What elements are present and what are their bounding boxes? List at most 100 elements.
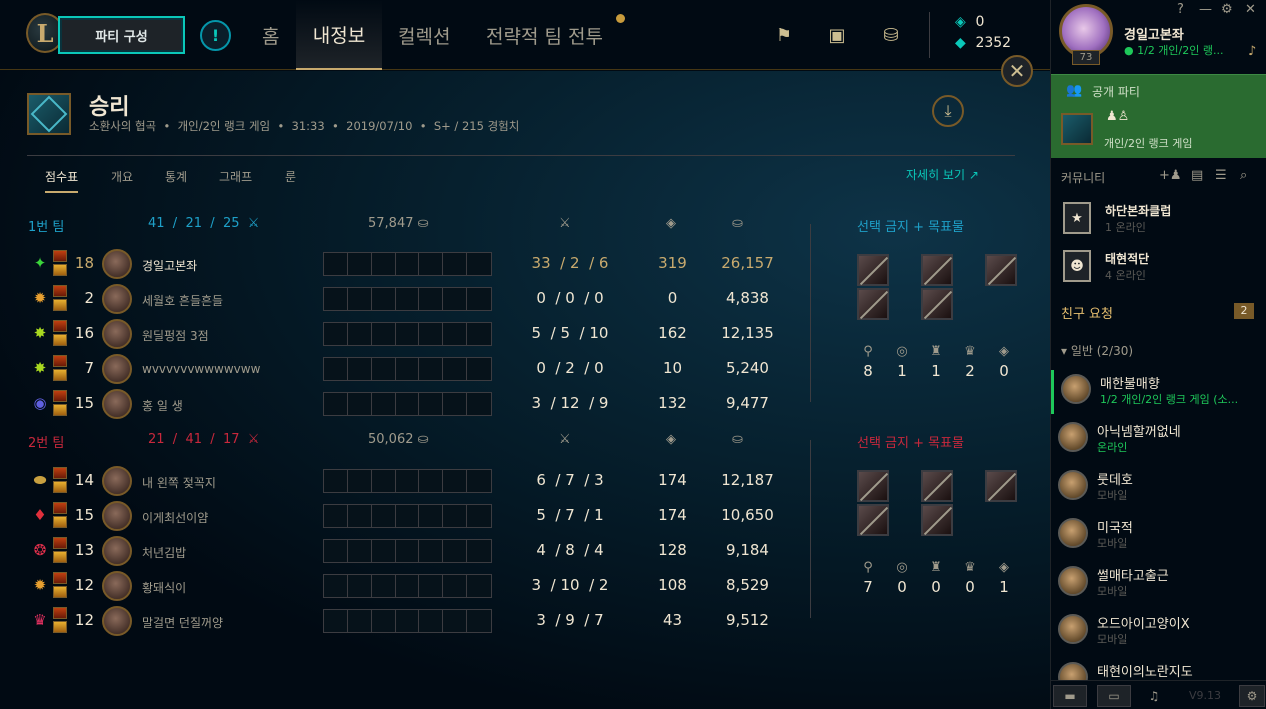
- tab-home[interactable]: 홈: [262, 0, 282, 70]
- item-slot[interactable]: [324, 358, 348, 380]
- champion-portrait[interactable]: [102, 319, 132, 349]
- player-name[interactable]: 처년김밥: [142, 544, 186, 561]
- item-slot[interactable]: [348, 575, 372, 597]
- champion-portrait[interactable]: [102, 466, 132, 496]
- friend-item[interactable]: 오드아이고양이X 모바일: [1051, 610, 1266, 654]
- player-name[interactable]: 경일고본좌: [142, 257, 197, 274]
- item-slot[interactable]: [372, 288, 396, 310]
- item-slot[interactable]: [396, 288, 420, 310]
- item-slot[interactable]: [372, 393, 396, 415]
- item-slot[interactable]: [372, 540, 396, 562]
- champion-portrait[interactable]: [102, 501, 132, 531]
- item-slot[interactable]: [348, 393, 372, 415]
- item-slot[interactable]: [372, 470, 396, 492]
- item-slot[interactable]: [443, 540, 468, 562]
- tab-stats[interactable]: 통계: [165, 168, 187, 185]
- item-slot[interactable]: [348, 288, 372, 310]
- help-icon[interactable]: ?: [1177, 2, 1184, 17]
- item-slot[interactable]: [396, 470, 420, 492]
- friend-item[interactable]: 룻데호 모바일: [1051, 466, 1266, 510]
- item-slot[interactable]: [372, 575, 396, 597]
- item-slot[interactable]: [348, 253, 372, 275]
- item-slot[interactable]: [419, 470, 444, 492]
- player-name[interactable]: 이게최선이얌: [142, 509, 208, 526]
- item-slot[interactable]: [324, 540, 348, 562]
- player-row[interactable]: ❂ 13 처년김밥 4 / 8 / 4 128 9,184: [0, 534, 1050, 567]
- player-name[interactable]: 말걸면 던질꺼양: [142, 614, 223, 631]
- tab-tft[interactable]: 전략적 팀 전투: [486, 0, 603, 70]
- item-slot[interactable]: [396, 393, 420, 415]
- voice-icon[interactable]: ♫: [1137, 685, 1171, 707]
- player-row[interactable]: ◉ 15 홍 일 생 3 / 12 / 9 132 9,477: [0, 387, 1050, 420]
- champion-portrait[interactable]: [102, 249, 132, 279]
- close-icon[interactable]: ✕: [1245, 2, 1256, 17]
- item-slot[interactable]: [324, 323, 348, 345]
- item-slot[interactable]: [443, 253, 468, 275]
- player-row[interactable]: ✸ 7 wvvvvvvwwwwvww 0 / 2 / 0 10 5,240: [0, 352, 1050, 385]
- item-slot[interactable]: [467, 610, 491, 632]
- item-slot[interactable]: [419, 610, 444, 632]
- missions-icon[interactable]: ▭: [1097, 685, 1131, 707]
- item-slot[interactable]: [396, 610, 420, 632]
- friend-item[interactable]: 미국적 모바일: [1051, 514, 1266, 558]
- friend-item[interactable]: 아닉넴할꺼없네 온라인: [1051, 418, 1266, 462]
- item-slot[interactable]: [467, 505, 491, 527]
- item-slot[interactable]: [324, 610, 348, 632]
- player-name[interactable]: 세월호 흔들흔들: [142, 292, 223, 309]
- store-icon[interactable]: ⛁: [880, 24, 902, 46]
- item-slot[interactable]: [396, 323, 420, 345]
- item-slot[interactable]: [348, 470, 372, 492]
- tab-collection[interactable]: 컬렉션: [398, 0, 450, 70]
- party-panel[interactable]: 👥 공개 파티 ♟♙ 개인/2인 랭크 게임: [1051, 74, 1266, 158]
- champion-portrait[interactable]: [102, 571, 132, 601]
- player-row[interactable]: ✸ 16 원딜펑점 3점 5 / 5 / 10 162 12,135: [0, 317, 1050, 350]
- item-slot[interactable]: [348, 540, 372, 562]
- item-slot[interactable]: [348, 505, 372, 527]
- item-slot[interactable]: [396, 253, 420, 275]
- party-button[interactable]: 파티 구성: [58, 16, 185, 54]
- item-slot[interactable]: [467, 253, 491, 275]
- player-row[interactable]: ♦ 15 이게최선이얌 5 / 7 / 1 174 10,650: [0, 499, 1050, 532]
- player-row[interactable]: ♛ 12 말걸면 던질꺼양 3 / 9 / 7 43 9,512: [0, 604, 1050, 637]
- club-item[interactable]: ★ 하단본좌클럽 1 온라인: [1061, 200, 1261, 240]
- item-slot[interactable]: [467, 288, 491, 310]
- alert-icon[interactable]: !: [200, 20, 231, 51]
- tab-scoreboard[interactable]: 점수표: [45, 168, 79, 193]
- view-details-link[interactable]: 자세히 보기 ↗: [906, 166, 979, 183]
- item-slot[interactable]: [324, 253, 348, 275]
- champion-portrait[interactable]: [102, 284, 132, 314]
- minimize-icon[interactable]: —: [1199, 2, 1212, 17]
- item-slot[interactable]: [396, 575, 420, 597]
- item-slot[interactable]: [324, 393, 348, 415]
- item-slot[interactable]: [324, 575, 348, 597]
- player-name[interactable]: 홍 일 생: [142, 397, 183, 414]
- item-slot[interactable]: [443, 288, 468, 310]
- item-slot[interactable]: [419, 575, 444, 597]
- item-slot[interactable]: [443, 358, 468, 380]
- item-slot[interactable]: [443, 470, 468, 492]
- friend-item[interactable]: 매한불매향 1/2 개인/2인 랭크 게임 (소...: [1051, 370, 1266, 414]
- download-replay-icon[interactable]: ⤓: [932, 95, 964, 127]
- item-slot[interactable]: [443, 575, 468, 597]
- champion-portrait[interactable]: [102, 536, 132, 566]
- item-slot[interactable]: [372, 505, 396, 527]
- friend-requests-label[interactable]: 친구 요청: [1061, 303, 1113, 322]
- item-slot[interactable]: [467, 323, 491, 345]
- list-icon[interactable]: ☰: [1215, 168, 1227, 183]
- friend-group-header[interactable]: ▾ 일반 (2/30): [1061, 342, 1133, 359]
- search-icon[interactable]: ⌕: [1240, 168, 1247, 183]
- player-name[interactable]: wvvvvvvwwwwvww: [142, 362, 260, 376]
- player-row[interactable]: ✹ 2 세월호 흔들흔들 0 / 0 / 0 0 4,838: [0, 282, 1050, 315]
- clash-icon[interactable]: ⚑: [773, 24, 795, 46]
- item-slot[interactable]: [348, 358, 372, 380]
- item-slot[interactable]: [443, 323, 468, 345]
- item-slot[interactable]: [419, 288, 444, 310]
- item-slot[interactable]: [372, 610, 396, 632]
- loot-icon[interactable]: ▣: [826, 24, 848, 46]
- item-slot[interactable]: [467, 575, 491, 597]
- item-slot[interactable]: [443, 393, 468, 415]
- player-row[interactable]: ⬬ 14 내 왼쪽 젖꼭지 6 / 7 / 3 174 12,187: [0, 464, 1050, 497]
- item-slot[interactable]: [324, 505, 348, 527]
- add-friend-icon[interactable]: +♟: [1159, 168, 1182, 183]
- tab-graphs[interactable]: 그래프: [219, 168, 252, 185]
